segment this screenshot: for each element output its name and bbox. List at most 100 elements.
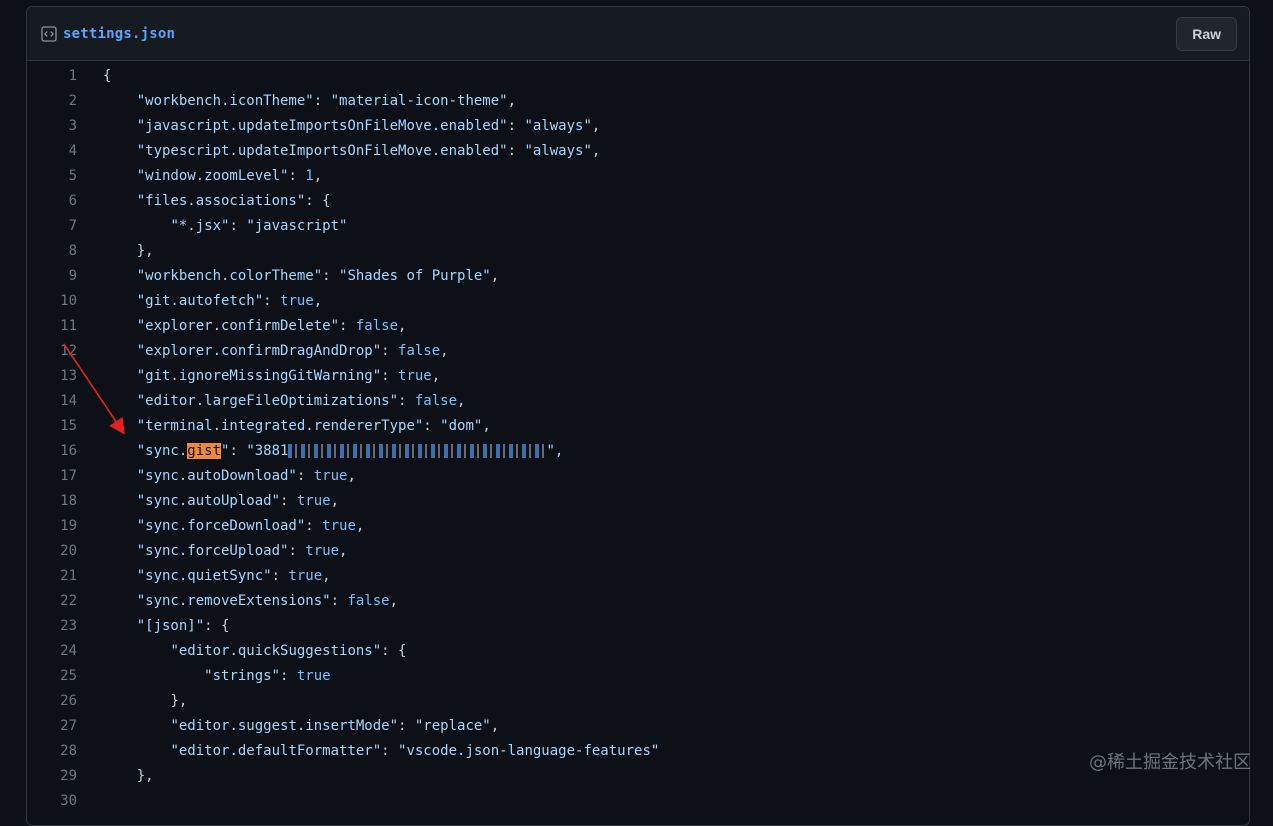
- line-content: "javascript.updateImportsOnFileMove.enab…: [77, 114, 601, 139]
- json-key: "workbench.colorTheme": [136, 268, 323, 284]
- json-key: "sync.forceUpload": [136, 543, 289, 559]
- line-number: 2: [68, 93, 77, 109]
- line-number: 19: [60, 518, 77, 534]
- line-content: "workbench.iconTheme": "material-icon-th…: [77, 89, 516, 114]
- line-content: "editor.largeFileOptimizations": false,: [77, 389, 466, 414]
- json-key: "*.jsx": [170, 218, 230, 234]
- code-line: 30: [27, 789, 1249, 814]
- json-value: true: [288, 568, 323, 584]
- code-line: 17 "sync.autoDownload": true,: [27, 464, 1249, 489]
- code-line: 28 "editor.defaultFormatter": "vscode.js…: [27, 739, 1249, 764]
- punctuation: ,: [457, 393, 466, 409]
- punctuation: :: [381, 743, 399, 759]
- line-number: 12: [60, 343, 77, 359]
- punctuation: ,: [431, 368, 441, 384]
- line-content: "explorer.confirmDragAndDrop": false,: [77, 339, 449, 364]
- code-text: },: [170, 693, 188, 709]
- line-content: "explorer.confirmDelete": false,: [77, 314, 407, 339]
- file-name-link[interactable]: settings.json: [63, 26, 175, 42]
- json-value: "replace": [414, 718, 491, 734]
- line-number: 8: [68, 243, 77, 259]
- line-number: 7: [68, 218, 77, 234]
- line-number: 5: [68, 168, 77, 184]
- code-square-icon: [41, 25, 57, 42]
- line-number: 18: [60, 493, 77, 509]
- line-number: 6: [68, 193, 77, 209]
- punctuation: ,: [398, 318, 407, 334]
- line-content: "editor.suggest.insertMode": "replace",: [77, 714, 499, 739]
- punctuation: :: [305, 193, 323, 209]
- json-key: "sync.removeExtensions": [136, 593, 331, 609]
- punctuation: :: [229, 443, 247, 459]
- json-key: "strings": [204, 668, 281, 684]
- code-line: 16 "sync.gist": "3881 ",: [27, 439, 1249, 464]
- raw-button[interactable]: Raw: [1176, 16, 1237, 51]
- code-line: 6 "files.associations": {: [27, 189, 1249, 214]
- line-number: 3: [68, 118, 77, 134]
- code-listing: 1{2 "workbench.iconTheme": "material-ico…: [27, 61, 1249, 814]
- punctuation: :: [280, 668, 297, 684]
- punctuation: :: [507, 143, 525, 159]
- punctuation: ,: [490, 718, 500, 734]
- line-number: 28: [60, 743, 77, 759]
- json-value: "always": [524, 118, 592, 134]
- code-line: 15 "terminal.integrated.rendererType": "…: [27, 414, 1249, 439]
- punctuation: {: [221, 618, 230, 634]
- code-line: 26 },: [27, 689, 1249, 714]
- code-line: 4 "typescript.updateImportsOnFileMove.en…: [27, 139, 1249, 164]
- line-number: 17: [60, 468, 77, 484]
- line-number: 25: [60, 668, 77, 684]
- code-text: },: [136, 243, 154, 259]
- code-line: 14 "editor.largeFileOptimizations": fals…: [27, 389, 1249, 414]
- code-line: 11 "explorer.confirmDelete": false,: [27, 314, 1249, 339]
- json-key: "git.ignoreMissingGitWarning": [136, 368, 382, 384]
- json-key: "editor.suggest.insertMode": [170, 718, 399, 734]
- json-value: true: [305, 543, 340, 559]
- punctuation: ",: [546, 443, 564, 459]
- punctuation: ,: [482, 418, 491, 434]
- line-content: "*.jsx": "javascript": [77, 214, 347, 239]
- code-line: 3 "javascript.updateImportsOnFileMove.en…: [27, 114, 1249, 139]
- punctuation: :: [313, 93, 331, 109]
- line-content: },: [77, 764, 154, 789]
- code-line: 22 "sync.removeExtensions": false,: [27, 589, 1249, 614]
- json-key: "sync.quietSync": [136, 568, 272, 584]
- punctuation: :: [288, 168, 306, 184]
- punctuation: :: [288, 543, 306, 559]
- punctuation: :: [322, 268, 340, 284]
- punctuation: :: [263, 293, 281, 309]
- line-content: {: [77, 64, 111, 89]
- code-line: 23 "[json]": {: [27, 614, 1249, 639]
- punctuation: :: [381, 643, 399, 659]
- json-value: false: [398, 343, 441, 359]
- code-line: 13 "git.ignoreMissingGitWarning": true,: [27, 364, 1249, 389]
- punctuation: ,: [389, 593, 399, 609]
- line-number: 23: [60, 618, 77, 634]
- line-content: "[json]": {: [77, 614, 230, 639]
- punctuation: ,: [440, 343, 449, 359]
- line-number: 10: [60, 293, 77, 309]
- line-content: "sync.forceDownload": true,: [77, 514, 365, 539]
- punctuation: ,: [591, 118, 601, 134]
- json-key: "sync.autoDownload": [136, 468, 297, 484]
- json-key: "sync.forceDownload": [136, 518, 306, 534]
- json-value: true: [313, 468, 348, 484]
- line-content: "files.associations": {: [77, 189, 331, 214]
- json-value: true: [322, 518, 356, 534]
- punctuation: ,: [347, 468, 356, 484]
- line-number: 9: [68, 268, 77, 284]
- json-key: "terminal.integrated.rendererType": [136, 418, 424, 434]
- punctuation: ,: [339, 543, 348, 559]
- code-line: 7 "*.jsx": "javascript": [27, 214, 1249, 239]
- punctuation: :: [398, 393, 415, 409]
- line-number: 15: [60, 418, 77, 434]
- punctuation: ,: [591, 143, 601, 159]
- code-line: 8 },: [27, 239, 1249, 264]
- line-content: "sync.removeExtensions": false,: [77, 589, 398, 614]
- line-content: "sync.autoUpload": true,: [77, 489, 339, 514]
- line-number: 24: [60, 643, 77, 659]
- punctuation: :: [398, 718, 415, 734]
- code-text: {: [103, 68, 112, 84]
- line-content: },: [77, 689, 187, 714]
- line-number: 26: [60, 693, 77, 709]
